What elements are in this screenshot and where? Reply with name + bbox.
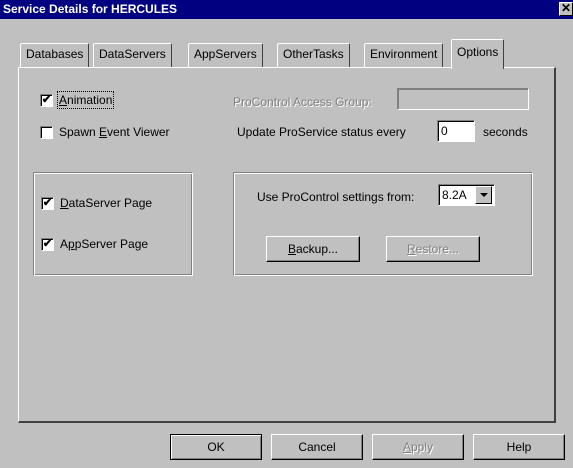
ok-button[interactable]: OK	[170, 434, 262, 460]
window-title: Service Details for HERCULES	[3, 2, 178, 16]
tab-label: DataServers	[99, 47, 166, 61]
update-interval-input[interactable]: 0	[437, 120, 475, 142]
procontrol-version-value: 8.2A	[442, 188, 467, 202]
update-status-label: Update ProService status every	[237, 125, 406, 139]
tab-dataservers[interactable]: DataServers	[93, 43, 172, 67]
tab-label: Options	[457, 45, 499, 59]
animation-checkbox[interactable]: ✔ Animation	[40, 91, 115, 109]
procontrol-access-group-input	[397, 88, 529, 110]
seconds-label: seconds	[483, 125, 528, 139]
appserver-page-label: AppServer Page	[60, 237, 149, 251]
dataserver-page-label: DataServer Page	[60, 196, 153, 210]
tab-label: AppServers	[194, 47, 257, 61]
restore-button: Restore...	[386, 236, 480, 262]
tab-label: Databases	[26, 47, 84, 61]
tab-options[interactable]: Options	[451, 39, 505, 69]
tab-environment[interactable]: Environment	[364, 43, 444, 67]
options-panel: ✔ Animation Spawn Event Viewer ProContro…	[18, 67, 556, 423]
pages-group: ✔ DataServer Page ✔ AppServer Page	[33, 172, 193, 276]
animation-label: Animation	[56, 91, 115, 109]
tab-label: OtherTasks	[283, 47, 344, 61]
spawn-event-viewer-checkbox[interactable]: Spawn Event Viewer	[40, 125, 170, 139]
checkbox-box	[40, 125, 53, 139]
help-button[interactable]: Help	[473, 434, 565, 460]
tab-othertasks[interactable]: OtherTasks	[277, 43, 350, 67]
appserver-page-checkbox[interactable]: ✔ AppServer Page	[41, 237, 148, 251]
cancel-button[interactable]: Cancel	[271, 434, 363, 460]
spawn-event-viewer-label: Spawn Event Viewer	[59, 125, 170, 139]
tab-databases[interactable]: Databases	[20, 43, 90, 67]
chevron-down-icon[interactable]	[475, 186, 492, 204]
title-bar: Service Details for HERCULES ✕	[0, 0, 573, 19]
tab-appservers[interactable]: AppServers	[188, 43, 263, 67]
tab-label: Environment	[370, 47, 438, 61]
close-icon[interactable]: ✕	[559, 2, 573, 16]
check-icon: ✔	[41, 196, 54, 210]
check-icon: ✔	[40, 93, 53, 107]
check-icon: ✔	[41, 237, 54, 251]
apply-button: Apply	[372, 434, 464, 460]
dataserver-page-checkbox[interactable]: ✔ DataServer Page	[41, 196, 152, 210]
procontrol-version-select[interactable]: 8.2A	[438, 184, 495, 206]
procontrol-settings-label: Use ProControl settings from:	[257, 190, 415, 204]
procontrol-settings-group: Use ProControl settings from: 8.2A Backu…	[233, 172, 533, 276]
backup-button[interactable]: Backup...	[266, 236, 360, 262]
procontrol-access-group-label: ProControl Access Group:	[233, 95, 372, 109]
